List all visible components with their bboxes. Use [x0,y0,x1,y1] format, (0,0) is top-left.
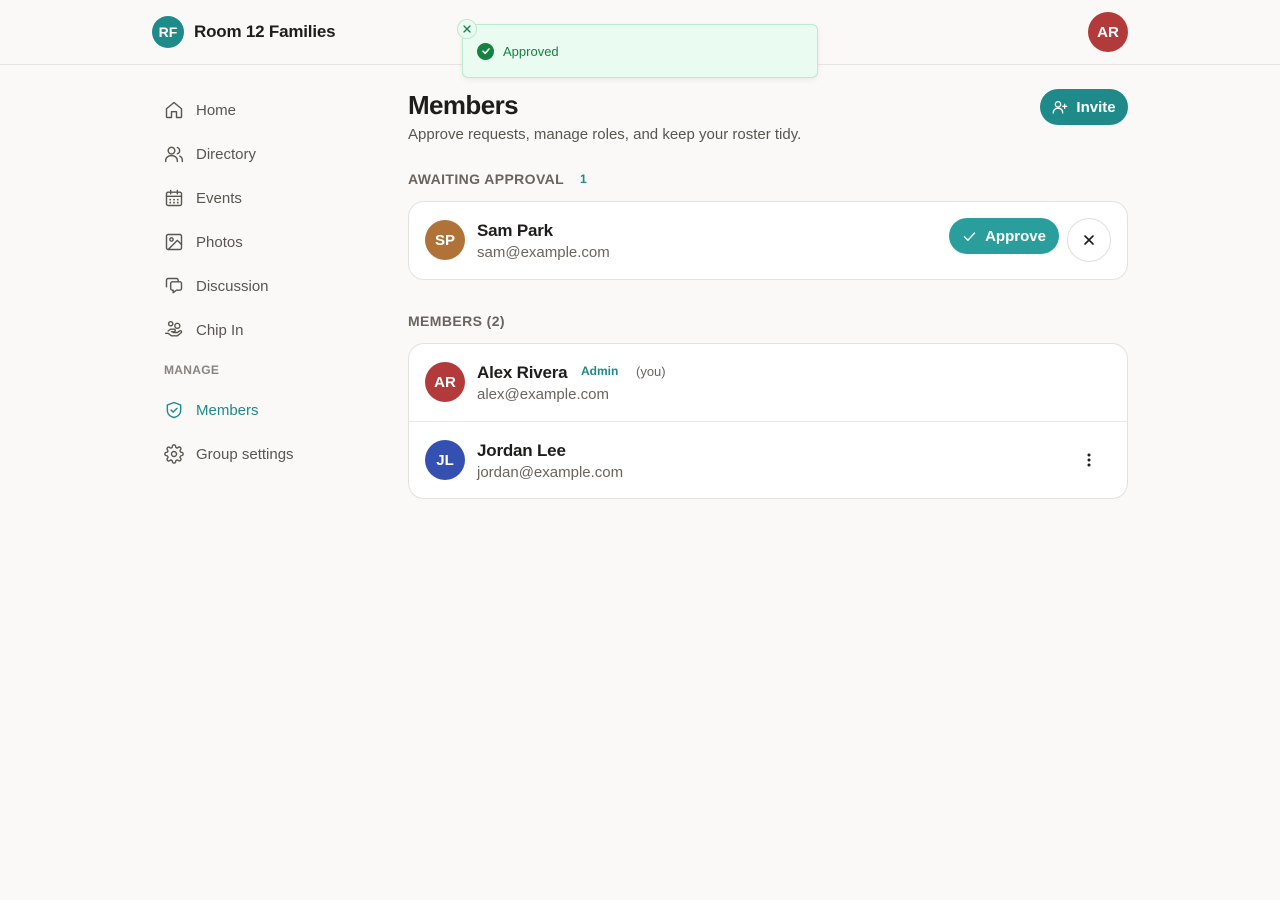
toast-message: Approved [503,43,559,59]
close-icon [1084,235,1094,245]
pending-count-badge: 1 [580,172,587,186]
sidebar-item-label: Discussion [196,277,269,295]
sidebar-item-events[interactable]: Events [152,176,372,220]
member-row: JL Jordan Lee jordan@example.com [409,421,1127,498]
approve-button-label: Approve [985,227,1046,245]
avatar: AR [425,362,465,402]
member-email: alex@example.com [477,386,609,403]
chat-icon [165,277,183,294]
page-subtitle: Approve requests, manage roles, and keep… [408,126,802,143]
check-icon [963,231,976,241]
sidebar-item-discussion[interactable]: Discussion [152,264,372,308]
invite-button[interactable]: Invite [1040,89,1128,125]
role-badge: Admin [581,364,619,378]
sidebar-section-manage: MANAGE [164,363,220,377]
user-plus-icon [1053,101,1068,114]
sidebar-item-label: Members [196,401,259,419]
member-email: jordan@example.com [477,464,624,481]
toast-close-button[interactable] [457,19,477,39]
member-name: Alex Rivera [477,363,568,382]
pending-request-row: SP Sam Park sam@example.com Approve [409,202,1127,279]
gear-icon [164,444,184,464]
home-icon [165,101,183,119]
you-indicator: (you) [636,364,666,379]
member-name: Sam Park [477,221,553,240]
sidebar-item-chip-in[interactable]: Chip In [152,308,372,352]
sidebar-item-group-settings[interactable]: Group settings [152,432,372,476]
hand-coins-icon [164,320,183,337]
brand-logo: RF [152,16,184,48]
sidebar-item-home[interactable]: Home [152,88,372,132]
members-card: AR Alex Rivera Admin (you) alex@example.… [408,343,1128,499]
sidebar-item-members[interactable]: Members [152,388,372,432]
more-vertical-icon [1087,453,1091,467]
member-email: sam@example.com [477,244,610,261]
sidebar-nav: Home Directory Events Photos Discussion … [152,88,372,476]
member-name: Jordan Lee [477,441,566,460]
sidebar-item-photos[interactable]: Photos [152,220,372,264]
invite-button-label: Invite [1076,98,1116,116]
pending-requests-card: SP Sam Park sam@example.com Approve [408,201,1128,280]
avatar: JL [425,440,465,480]
image-icon [165,233,183,251]
members-heading: MEMBERS (2) [408,313,505,329]
page-title: Members [408,90,519,120]
brand[interactable]: RF Room 12 Families [152,16,336,48]
reject-button[interactable] [1067,218,1111,262]
member-row: AR Alex Rivera Admin (you) alex@example.… [409,344,1127,421]
shield-check-icon [166,401,182,419]
approve-button[interactable]: Approve [949,218,1059,254]
sidebar-item-label: Group settings [196,445,294,463]
sidebar-item-label: Events [196,189,242,207]
awaiting-approval-heading: AWAITING APPROVAL [408,171,565,187]
sidebar-item-label: Home [196,101,237,119]
users-icon [164,146,184,163]
sidebar-item-label: Photos [196,233,243,251]
check-circle-icon [477,42,494,60]
member-actions-button[interactable] [1075,446,1103,474]
close-icon [463,25,471,33]
sidebar-item-label: Chip In [196,321,244,339]
brand-name: Room 12 Families [194,22,336,41]
avatar: SP [425,220,465,260]
calendar-icon [165,189,183,207]
toast-notification: Approved [457,19,818,78]
user-avatar[interactable]: AR [1088,12,1128,52]
sidebar-item-directory[interactable]: Directory [152,132,372,176]
sidebar-item-label: Directory [196,145,257,163]
